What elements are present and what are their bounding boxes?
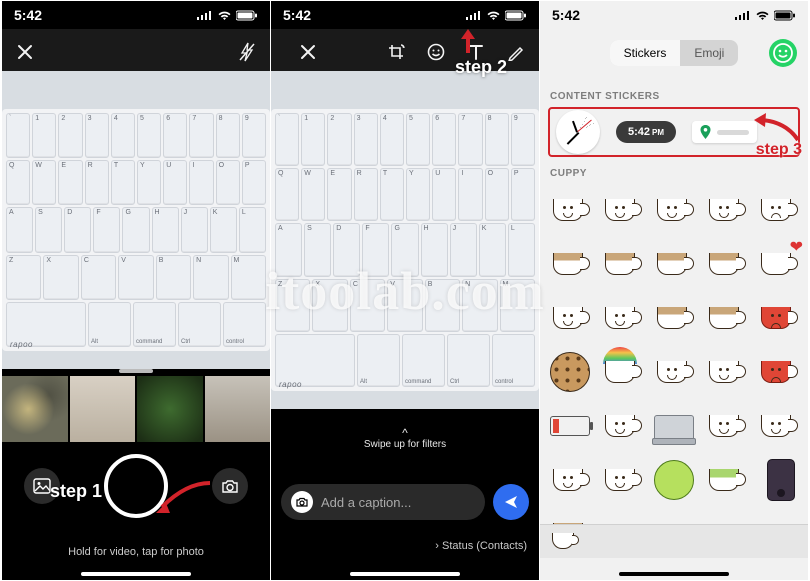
cuppy-sticker[interactable] (703, 241, 749, 287)
cuppy-sticker[interactable] (547, 241, 593, 287)
cuppy-sticker[interactable] (599, 403, 645, 449)
shutter-button[interactable] (104, 454, 168, 518)
chevron-up-icon: ^ (271, 427, 539, 439)
cuppy-sticker[interactable] (599, 349, 645, 395)
cuppy-sticker[interactable] (599, 295, 645, 341)
cuppy-sticker[interactable] (651, 241, 697, 287)
section-header-content-stickers: CONTENT STICKERS (550, 91, 660, 102)
thumbnail[interactable] (137, 376, 203, 442)
keyboard-subject: `123456789 QWERTYUIOP ASDFGHJKL ZXCVBNM … (2, 109, 270, 351)
thumbnail[interactable] (205, 376, 271, 442)
home-indicator[interactable] (81, 572, 191, 576)
laptop-sticker[interactable] (651, 403, 697, 449)
keyboard-subject: `123456789 QWERTYUIOP ASDFGHJKL ZXCVBNM … (271, 109, 539, 391)
sticker-pack-cuppy[interactable] (550, 527, 580, 557)
drawer-grabber[interactable] (119, 369, 153, 373)
cuppy-sticker[interactable] (755, 295, 801, 341)
battery-low-sticker[interactable] (547, 403, 593, 449)
photo-preview: `123456789 QWERTYUIOP ASDFGHJKL ZXCVBNM … (271, 29, 539, 409)
wifi-icon (486, 10, 501, 21)
panel-sticker-picker: 5:42 Stickers Emoji CONTENT STICKERS 5:4… (540, 1, 808, 580)
cuppy-sticker[interactable] (703, 349, 749, 395)
status-bar: 5:42 (2, 1, 270, 29)
cuppy-sticker[interactable] (651, 349, 697, 395)
cuppy-sticker[interactable] (755, 349, 801, 395)
camera-viewfinder: `123456789 QWERTYUIOP ASDFGHJKL ZXCVBNM … (2, 29, 270, 369)
close-button[interactable] (12, 39, 38, 65)
cuppy-sticker[interactable] (547, 187, 593, 233)
cuppy-sticker[interactable] (703, 403, 749, 449)
close-button[interactable] (295, 39, 321, 65)
battery-icon (774, 10, 796, 21)
cuppy-sticker[interactable] (547, 295, 593, 341)
annotation-step-1: step 1 (50, 481, 102, 502)
location-pin-icon (700, 125, 711, 139)
caption-input[interactable]: Add a caption... (281, 484, 485, 520)
signal-icon (735, 10, 751, 20)
cuppy-sticker[interactable] (599, 241, 645, 287)
cookie-sticker[interactable] (547, 349, 593, 395)
wifi-icon (217, 10, 232, 21)
wifi-icon (755, 10, 770, 21)
recipient-status[interactable]: Status (Contacts) (435, 540, 527, 552)
recent-photos-strip[interactable] (2, 376, 270, 442)
annotation-step-2: step 2 (455, 57, 507, 78)
camera-icon[interactable] (291, 491, 313, 513)
status-time: 5:42 (283, 7, 311, 23)
location-sticker[interactable] (692, 121, 757, 143)
home-indicator[interactable] (350, 572, 460, 576)
sticker-emoji-segmented[interactable]: Stickers Emoji (610, 40, 739, 66)
cuppy-sticker[interactable] (599, 187, 645, 233)
cuppy-sticker[interactable] (755, 187, 801, 233)
cuppy-sticker[interactable] (755, 403, 801, 449)
battery-icon (236, 10, 258, 21)
panel-camera: 5:42 `123456789 QWERTYUIOP ASDFGHJKL ZXC… (2, 1, 270, 580)
flash-off-icon[interactable] (234, 39, 260, 65)
sticker-grid (546, 185, 802, 524)
cuppy-sticker[interactable] (651, 295, 697, 341)
cuppy-sticker[interactable] (703, 187, 749, 233)
signal-icon (466, 10, 482, 20)
keyboard-brand: rapoo (279, 380, 302, 389)
phone-sticker[interactable] (755, 457, 801, 503)
home-indicator[interactable] (619, 572, 729, 576)
keyboard-brand: rapoo (10, 340, 33, 349)
tab-emoji[interactable]: Emoji (680, 40, 738, 66)
sticker-pack-tray[interactable] (540, 524, 808, 558)
status-time: 5:42 (552, 7, 580, 23)
sticker-button[interactable] (423, 39, 449, 65)
camera-hint: Hold for video, tap for photo (2, 546, 270, 558)
cuppy-sticker[interactable] (547, 457, 593, 503)
kb-row-num: `123456789 (6, 113, 266, 158)
cuppy-sticker[interactable] (755, 241, 801, 287)
thumbnail[interactable] (70, 376, 136, 442)
cuppy-sticker[interactable] (703, 457, 749, 503)
cuppy-sticker[interactable] (703, 295, 749, 341)
switch-camera-button[interactable] (212, 468, 248, 504)
battery-icon (505, 10, 527, 21)
swipe-filters-hint[interactable]: ^ Swipe up for filters (271, 427, 539, 450)
annotation-step-3: step 3 (756, 141, 802, 159)
cuppy-sticker[interactable] (651, 187, 697, 233)
time-sticker[interactable]: 5:42PM (616, 121, 676, 143)
status-bar: 5:42 (271, 1, 539, 29)
tab-stickers[interactable]: Stickers (610, 40, 681, 66)
cuppy-sticker[interactable] (599, 457, 645, 503)
section-header-cuppy: CUPPY (550, 168, 587, 179)
signal-icon (197, 10, 213, 20)
close-sticker-picker-button[interactable] (768, 38, 798, 68)
thumbnail[interactable] (2, 376, 68, 442)
panel-preview: 5:42 `123456789 QWERTYUIOP ASDFGHJKL ZXC… (271, 1, 539, 580)
lime-sticker[interactable] (651, 457, 697, 503)
status-bar: 5:42 (540, 1, 808, 29)
clock-sticker[interactable] (556, 110, 600, 154)
send-button[interactable] (493, 484, 529, 520)
status-time: 5:42 (14, 7, 42, 23)
caption-placeholder: Add a caption... (321, 495, 411, 510)
crop-rotate-button[interactable] (383, 39, 409, 65)
